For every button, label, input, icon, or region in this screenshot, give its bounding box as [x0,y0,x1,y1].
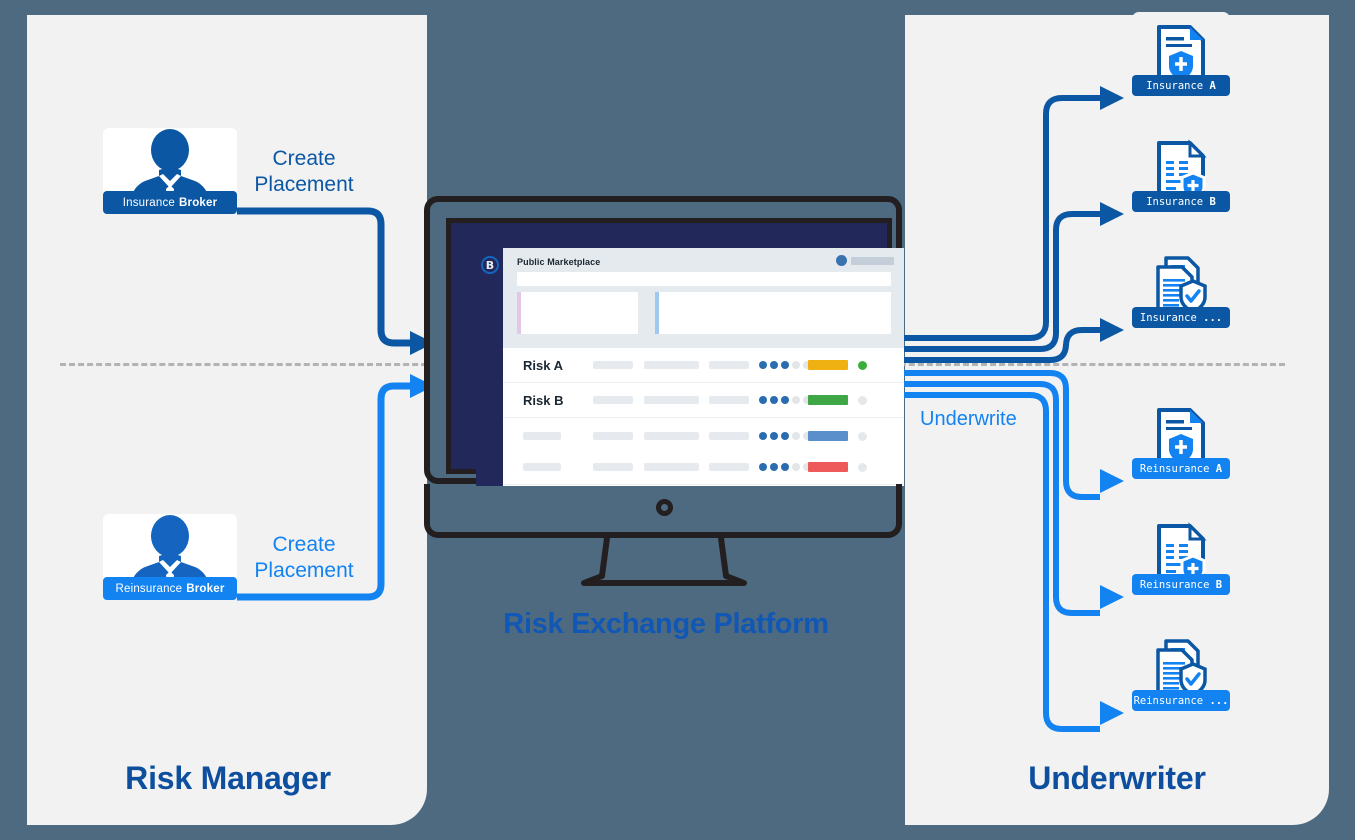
reinsurance-a-card[interactable]: Reinsurance A [1132,395,1230,479]
reinsurance-a-label: Reinsurance A [1132,458,1230,479]
platform-title: Risk Exchange Platform [503,608,829,640]
kpi-card-1[interactable] [517,292,638,334]
cell-placeholder [593,463,633,471]
user-name-placeholder [851,257,894,265]
reinsurance-broker-card[interactable]: Reinsurance Broker [103,514,237,600]
reinsurance-broker-label: Reinsurance Broker [103,577,237,600]
app-header-title: Public Marketplace [517,257,601,267]
kpi-card-2[interactable] [655,292,891,334]
cell-placeholder [523,432,561,440]
app-header: Public Marketplace [503,248,904,348]
broker-label-role: Broker [186,582,225,595]
row-risk-name: Risk A [523,358,563,373]
status-bar [808,462,848,472]
underwrite-label: Underwrite [920,408,1017,430]
status-bar [808,395,848,405]
status-bar [808,431,848,441]
doc-label-prefix: Reinsurance [1139,462,1210,475]
cell-placeholder [644,432,699,440]
insurance-c-label: Insurance ... [1132,307,1230,328]
kpi-accent-bar [655,292,659,334]
kpi-accent-bar [517,292,521,334]
cell-placeholder [709,361,749,369]
risk-exchange-monitor: B Public Marketplace Risk A Risk B [424,196,908,586]
cell-placeholder [709,396,749,404]
status-bar [808,360,848,370]
broker-label-prefix: Reinsurance [115,582,183,595]
doc-label-suffix: B [1215,578,1223,591]
reinsurance-b-card[interactable]: Reinsurance B [1132,511,1230,595]
risk-manager-title: Risk Manager [125,760,331,796]
doc-label-suffix: A [1209,79,1216,92]
marketplace-app: B Public Marketplace Risk A Risk B [476,248,904,486]
rating-dots [759,432,811,440]
status-dot [858,432,867,441]
underwriter-title: Underwriter [1028,760,1206,796]
insurance-b-label: Insurance B [1132,191,1230,212]
doc-label-prefix: Reinsurance [1133,694,1204,707]
app-logo-icon[interactable]: B [481,256,499,274]
user-avatar[interactable] [836,255,847,266]
doc-label-prefix: Reinsurance [1139,578,1210,591]
cell-placeholder [593,361,633,369]
doc-label-prefix: Insurance [1139,311,1197,324]
flow-label-line1: Create [272,533,336,556]
cell-placeholder [709,432,749,440]
insurance-broker-card[interactable]: Insurance Broker [103,128,237,214]
table-row[interactable]: Risk A [503,348,904,383]
monitor-screen: B Public Marketplace Risk A Risk B [446,218,904,486]
status-dot [858,396,867,405]
monitor-stand [581,536,747,586]
rating-dots [759,396,811,404]
monitor-power-led-icon [656,499,673,516]
create-placement-label-reinsurance: Create Placement [236,532,372,583]
insurance-c-card[interactable]: Insurance ... [1132,244,1230,328]
broker-label-prefix: Insurance [122,196,176,209]
row-risk-name: Risk B [523,393,564,408]
doc-label-prefix: Insurance [1146,79,1204,92]
doc-label-suffix: B [1209,195,1216,208]
table-row[interactable] [503,450,904,485]
cell-placeholder [644,396,699,404]
status-dot [858,463,867,472]
search-input[interactable] [517,272,891,286]
cell-placeholder [644,361,699,369]
app-sidebar-rail[interactable]: B [476,248,503,486]
insurance-broker-label: Insurance Broker [103,191,237,214]
doc-label-suffix: A [1215,462,1223,475]
insurance-b-card[interactable]: Insurance B [1132,128,1230,212]
table-row[interactable]: Risk B [503,383,904,418]
doc-label-suffix: ... [1203,311,1223,324]
table-row[interactable] [503,419,904,454]
flow-label-line1: Create [272,147,336,170]
doc-label-prefix: Insurance [1146,195,1204,208]
reinsurance-c-card[interactable]: Reinsurance ... [1132,627,1230,711]
doc-label-suffix: ... [1209,694,1229,707]
monitor-bezel: B Public Marketplace Risk A Risk B [424,196,904,486]
reinsurance-b-label: Reinsurance B [1132,574,1230,595]
cell-placeholder [523,463,561,471]
cell-placeholder [644,463,699,471]
rating-dots [759,361,811,369]
insurance-a-card[interactable]: Insurance A [1132,12,1230,96]
reinsurance-c-label: Reinsurance ... [1132,690,1230,711]
broker-label-role: Broker [179,196,218,209]
flow-label-line2: Placement [254,558,354,582]
insurance-a-label: Insurance A [1132,75,1230,96]
cell-placeholder [593,396,633,404]
create-placement-label-insurance: Create Placement [236,146,372,197]
status-dot [858,361,867,370]
diagram-canvas: Insurance Broker Reinsurance Broker Crea… [0,0,1355,840]
cell-placeholder [709,463,749,471]
cell-placeholder [593,432,633,440]
flow-label-line2: Placement [254,172,354,196]
rating-dots [759,463,811,471]
